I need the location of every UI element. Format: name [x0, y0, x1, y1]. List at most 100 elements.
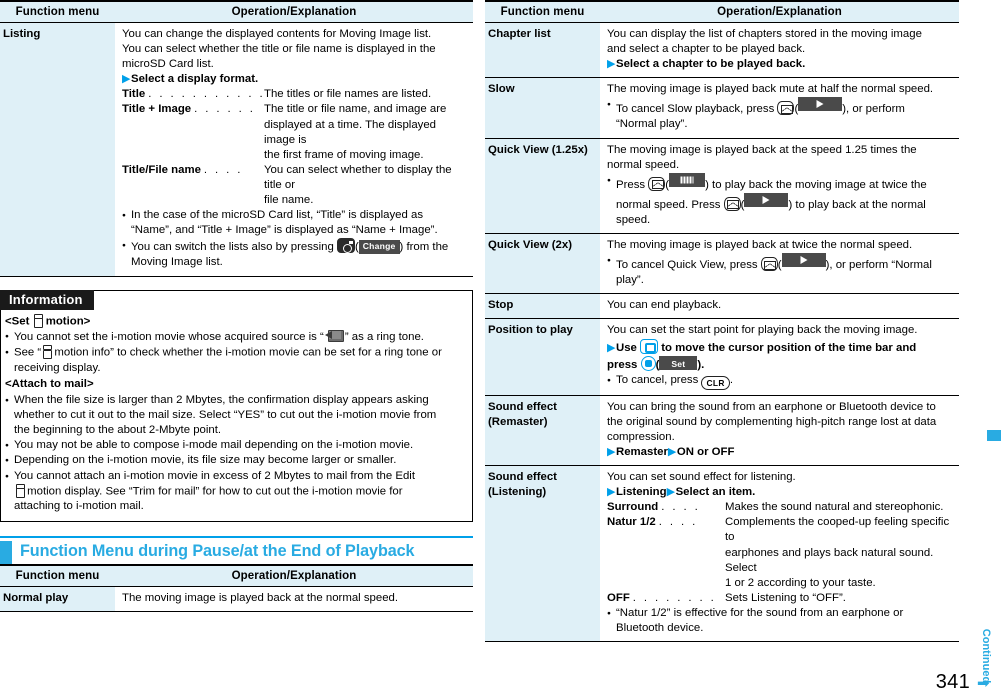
row-explanation: The moving image is played back at the s… — [600, 138, 959, 235]
row-menu-label: Sound effect (Remaster) — [485, 395, 600, 467]
text-fragment: from the — [403, 241, 449, 254]
bullet-item: To cancel Slow playback, press (), or pe… — [607, 97, 953, 132]
step-line: ▶Select a chapter to be played back. — [607, 57, 953, 72]
bullet-item: When the file size is larger than 2 Mbyt… — [5, 393, 465, 439]
text-line: Makes the sound natural and stereophonic… — [725, 501, 944, 514]
imode-logo-icon — [34, 313, 44, 328]
table-row: Sound effect (Remaster) You can bring th… — [485, 395, 959, 467]
text-line: You can end playback. — [607, 299, 722, 312]
definition-term: Title + Image — [122, 103, 192, 116]
text-line: To cancel, press CLR. — [616, 373, 953, 390]
row-menu-label: Stop — [485, 293, 600, 320]
bullet-item: To cancel, press CLR. — [607, 373, 953, 390]
row-explanation: You can change the displayed contents fo… — [115, 22, 473, 277]
information-heading: <Set motion> — [5, 313, 465, 330]
bullet-item: You can switch the lists also by pressin… — [122, 238, 467, 270]
text-line: play”. — [616, 274, 644, 287]
definition-description: You can select whether to display the ti… — [264, 163, 467, 208]
text-fragment: normal speed. Press — [616, 198, 724, 211]
text-fragment: To cancel, press — [616, 373, 702, 386]
step-text: press (Set). — [607, 355, 705, 371]
text-line: earphones and plays back natural sound. … — [725, 546, 934, 574]
text-line: You can switch the lists also by pressin… — [131, 238, 467, 255]
continued-marker: Continued ➡ — [974, 629, 998, 692]
text-fragment: Use — [615, 341, 641, 354]
row-explanation: You can end playback. — [600, 293, 959, 320]
text-fragment: press — [607, 358, 641, 371]
table-row: Quick View (1.25x) The moving image is p… — [485, 138, 959, 235]
text-line: normal speed. Press () to play back at t… — [616, 192, 953, 213]
table-row: Stop You can end playback. — [485, 293, 959, 320]
camera-key-icon — [336, 238, 355, 254]
dot-leader: . . . . — [658, 516, 698, 529]
text-line: Press () to play back the moving image a… — [616, 172, 953, 193]
definition-term: Natur 1/2 — [607, 516, 656, 529]
step-triangle-icon: ▶ — [122, 73, 130, 86]
text-fragment: to play back at the normal — [792, 198, 926, 211]
running-head: Data Display/Edit/Management — [962, 0, 1004, 470]
step-text: Remaster — [615, 445, 668, 458]
page-number: 341 — [935, 671, 970, 693]
table-row: Position to play You can set the start p… — [485, 318, 959, 396]
row-explanation: You can display the list of chapters sto… — [600, 22, 959, 79]
definition-list: Surround . . . . Makes the sound natural… — [607, 500, 953, 606]
text-line: You can display the list of chapters sto… — [607, 28, 922, 40]
function-menu-table-pause: Function menu Operation/Explanation Norm… — [0, 563, 473, 612]
step-triangle-icon: ▶ — [666, 486, 675, 499]
table-header-row: Function menu Operation/Explanation — [0, 563, 473, 587]
definition-term: Surround — [607, 501, 659, 514]
text-fragment: You cannot set the i-motion movie whose … — [14, 331, 324, 344]
text-line: receiving display. — [14, 362, 101, 375]
continued-arrow-icon: ➡ — [977, 675, 990, 692]
col-header-operation: Operation/Explanation — [115, 563, 473, 587]
definition-row: Natur 1/2 . . . . Complements the cooped… — [607, 515, 953, 590]
function-menu-table-playback: Function menu Operation/Explanation Chap… — [485, 0, 959, 643]
col-header-function-menu: Function menu — [0, 563, 115, 587]
text-fragment: ). — [697, 358, 705, 371]
softkey-chip-change: Change — [358, 239, 400, 254]
definition-description: Makes the sound natural and stereophonic… — [725, 500, 953, 515]
text-line: file name. — [264, 194, 314, 207]
text-fragment: . — [729, 373, 734, 386]
information-tab-label: Information — [0, 289, 94, 310]
bullet-item: See “ motion info” to check whether the … — [5, 345, 465, 376]
text-line: See “ motion info” to check whether the … — [14, 345, 465, 361]
text-fragment: , or perform — [846, 103, 905, 116]
left-column: Function menu Operation/Explanation List… — [0, 0, 473, 612]
definition-term: OFF — [607, 591, 630, 604]
text-line: speed. — [616, 213, 651, 226]
bullet-item: You may not be able to compose i-mode ma… — [5, 438, 465, 454]
text-line: (Remaster) — [488, 415, 548, 428]
bullet-item: “Natur 1/2” is effective for the sound f… — [607, 606, 953, 636]
mail-key-icon — [760, 257, 778, 272]
step-text: Use to move the cursor position of the t… — [615, 338, 916, 354]
definition-description: The title or file name, and image are di… — [264, 102, 467, 162]
softkey-chip-play — [781, 253, 826, 268]
row-menu-label: Chapter list — [485, 22, 600, 79]
step-triangle-icon: ▶ — [667, 445, 676, 458]
step-triangle-icon: ▶ — [607, 445, 615, 458]
information-heading: <Attach to mail> — [5, 378, 94, 391]
row-explanation: You can set sound effect for listening. … — [600, 465, 959, 643]
text-line: To cancel Slow playback, press (), or pe… — [616, 97, 953, 117]
information-body: <Set motion> You cannot set the i-motion… — [1, 310, 472, 515]
bullet-item: Depending on the i-motion movie, its fil… — [5, 453, 465, 469]
text-line: displayed at a time. The displayed image… — [264, 118, 437, 146]
text-line: To cancel Quick View, press (), or perfo… — [616, 253, 953, 273]
text-line: You can change the displayed contents fo… — [122, 28, 432, 40]
center-key-icon — [640, 355, 656, 371]
step-text: ON or OFF — [676, 445, 735, 458]
text-line: The titles or file names are listed. — [264, 88, 432, 101]
definition-row: Surround . . . . Makes the sound natural… — [607, 500, 953, 515]
step-text: Listening — [615, 486, 667, 499]
mail-key-icon — [648, 176, 666, 191]
text-fragment: to play back the moving image at twice t… — [708, 178, 927, 191]
text-line: “Natur 1/2” is effective for the sound f… — [616, 606, 904, 619]
step-triangle-icon: ▶ — [607, 58, 615, 71]
col-header-operation: Operation/Explanation — [600, 0, 959, 23]
text-line: The moving image is played back mute at … — [607, 83, 934, 96]
navigation-key-icon — [640, 338, 659, 354]
section-rule — [0, 535, 473, 538]
row-menu-label: Sound effect (Listening) — [485, 465, 600, 643]
manual-page: Function menu Operation/Explanation List… — [0, 0, 1004, 698]
